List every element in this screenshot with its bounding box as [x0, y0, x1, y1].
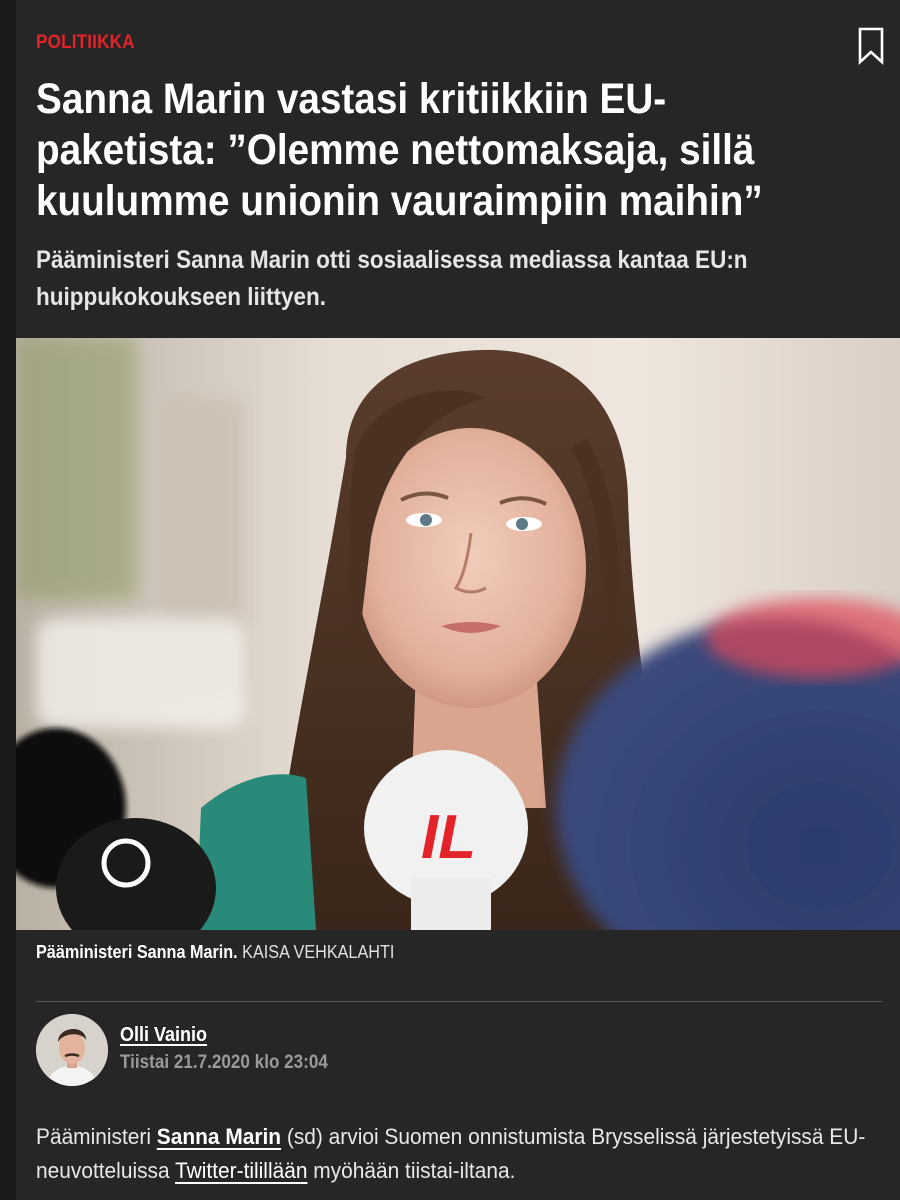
category-label[interactable]: POLITIIKKA [36, 32, 135, 54]
headline: Sanna Marin vastasi kritiikkiin EU-paket… [36, 75, 763, 225]
article: POLITIIKKA Sanna Marin vastasi kritiikki… [16, 0, 900, 1200]
twitter-link[interactable]: Twitter-tilillään [175, 1158, 307, 1183]
author-avatar[interactable] [36, 1014, 108, 1086]
body-text-part3: myöhään tiistai-iltana. [307, 1158, 516, 1183]
caption-text: Pääministeri Sanna Marin. [36, 942, 238, 962]
il-microphone-logo: IL [421, 803, 476, 872]
bookmark-icon[interactable] [854, 26, 888, 66]
article-photo[interactable]: IL [16, 338, 900, 930]
publish-date: Tiistai 21.7.2020 klo 23:04 [120, 1052, 328, 1073]
photo-credit: KAISA VEHKALAHTI [242, 942, 395, 962]
photo-caption: Pääministeri Sanna Marin. KAISA VEHKALAH… [36, 942, 810, 963]
divider [36, 1001, 882, 1002]
body-text-part1: Pääministeri [36, 1124, 157, 1149]
body-paragraph: Pääministeri Sanna Marin (sd) arvioi Suo… [36, 1120, 872, 1188]
person-link-sanna-marin[interactable]: Sanna Marin [157, 1124, 281, 1149]
author-name-link[interactable]: Olli Vainio [120, 1024, 207, 1047]
lead-paragraph: Pääministeri Sanna Marin otti sosiaalise… [36, 246, 748, 311]
